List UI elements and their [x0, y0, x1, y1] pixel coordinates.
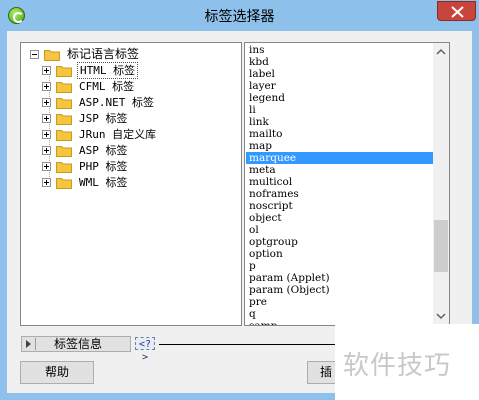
tree-root[interactable]: 标记语言标签 [30, 46, 141, 62]
expand-arrow-icon [26, 340, 31, 348]
tag-list-item[interactable]: meta [246, 164, 439, 176]
tag-list-item[interactable]: pre [246, 296, 439, 308]
tree-item-label: ASP.NET 标签 [79, 95, 154, 109]
scroll-thumb[interactable] [434, 220, 448, 272]
tree-item[interactable]: JSP 标签 [42, 110, 130, 126]
tag-chooser-window: 标签选择器 标记语言标签 HTML 标签 CFML 标签 ASP.NET 标签 JSP… [0, 0, 479, 400]
tag-list-item[interactable]: option [246, 248, 439, 260]
separator [35, 338, 36, 350]
tag-list-item[interactable]: link [246, 116, 439, 128]
tag-list-item[interactable]: mailto [246, 128, 439, 140]
tag-list-item[interactable]: optgroup [246, 236, 439, 248]
tag-list-item[interactable]: q [246, 308, 439, 320]
tag-list-item[interactable]: noframes [246, 188, 439, 200]
tag-list-item[interactable]: param (Object) [246, 284, 439, 296]
folder-icon [44, 49, 60, 61]
tag-list-item[interactable]: object [246, 212, 439, 224]
tag-list-item[interactable]: map [246, 140, 439, 152]
window-title: 标签选择器 [204, 9, 275, 25]
expand-icon[interactable] [42, 161, 51, 171]
tag-list-item[interactable]: ins [246, 44, 439, 56]
tree-item[interactable]: HTML 标签 [42, 61, 139, 79]
tree-item[interactable]: WML 标签 [42, 174, 130, 190]
expand-icon[interactable] [42, 81, 51, 91]
tree-item-label: JSP 标签 [79, 111, 128, 125]
tag-list-item[interactable]: li [246, 104, 439, 116]
folder-icon [56, 65, 72, 77]
tag-list-item[interactable]: multicol [246, 176, 439, 188]
tree-item[interactable]: ASP.NET 标签 [42, 94, 156, 110]
folder-icon [56, 177, 72, 189]
tag-list-item[interactable]: noscript [246, 200, 439, 212]
watermark-text: 软件技巧 [343, 351, 452, 381]
tree-item[interactable]: JRun 自定义库 [42, 126, 158, 142]
expand-icon[interactable] [42, 113, 51, 123]
folder-icon [56, 145, 72, 157]
tag-info-toggle[interactable]: 标签信息 [21, 336, 131, 352]
tree-item[interactable]: ASP 标签 [42, 142, 130, 158]
tree-item-label: JRun 自定义库 [79, 127, 157, 141]
tree-item-label: HTML 标签 [77, 61, 139, 79]
expand-icon[interactable] [42, 65, 51, 75]
tree-root-label: 标记语言标签 [67, 46, 140, 61]
scroll-down-icon[interactable] [436, 311, 446, 321]
folder-icon [56, 97, 72, 109]
close-button[interactable] [437, 1, 476, 21]
tag-list[interactable]: ins kbd label layer legend li link mailto map mar… [244, 42, 450, 326]
folder-icon [56, 113, 72, 125]
folder-icon [56, 81, 72, 93]
expand-icon[interactable] [42, 177, 51, 187]
title-bar[interactable]: 标签选择器 [0, 0, 479, 31]
tag-help-icon[interactable]: <?> [135, 337, 155, 363]
tag-list-item[interactable]: layer [246, 80, 439, 92]
expand-icon[interactable] [42, 145, 51, 155]
collapse-icon[interactable] [30, 49, 39, 59]
tree-item-label: ASP 标签 [79, 143, 128, 157]
tag-info-label: 标签信息 [54, 337, 103, 351]
tag-tree[interactable]: 标记语言标签 HTML 标签 CFML 标签 ASP.NET 标签 JSP 标签 JRu… [20, 42, 242, 326]
folder-icon [56, 129, 72, 141]
close-icon [451, 6, 464, 18]
expand-icon[interactable] [42, 97, 51, 107]
expand-icon[interactable] [42, 129, 51, 139]
tree-item[interactable]: CFML 标签 [42, 78, 136, 94]
tag-list-item[interactable]: ol [246, 224, 439, 236]
tag-list-item[interactable]: p [246, 260, 439, 272]
scroll-up-icon[interactable] [436, 47, 446, 57]
tree-item-label: PHP 标签 [79, 159, 128, 173]
tree-item[interactable]: PHP 标签 [42, 158, 130, 174]
tree-item-label: WML 标签 [79, 175, 128, 189]
tag-list-item[interactable]: marquee [246, 152, 439, 164]
tag-list-scrollbar[interactable] [433, 43, 449, 325]
tag-list-item[interactable]: param (Applet) [246, 272, 439, 284]
tree-item-label: CFML 标签 [79, 79, 135, 93]
help-button[interactable]: 帮助 [20, 361, 94, 384]
folder-icon [56, 161, 72, 173]
tag-list-item[interactable]: label [246, 68, 439, 80]
tag-list-item[interactable]: kbd [246, 56, 439, 68]
tag-list-item[interactable]: legend [246, 92, 439, 104]
